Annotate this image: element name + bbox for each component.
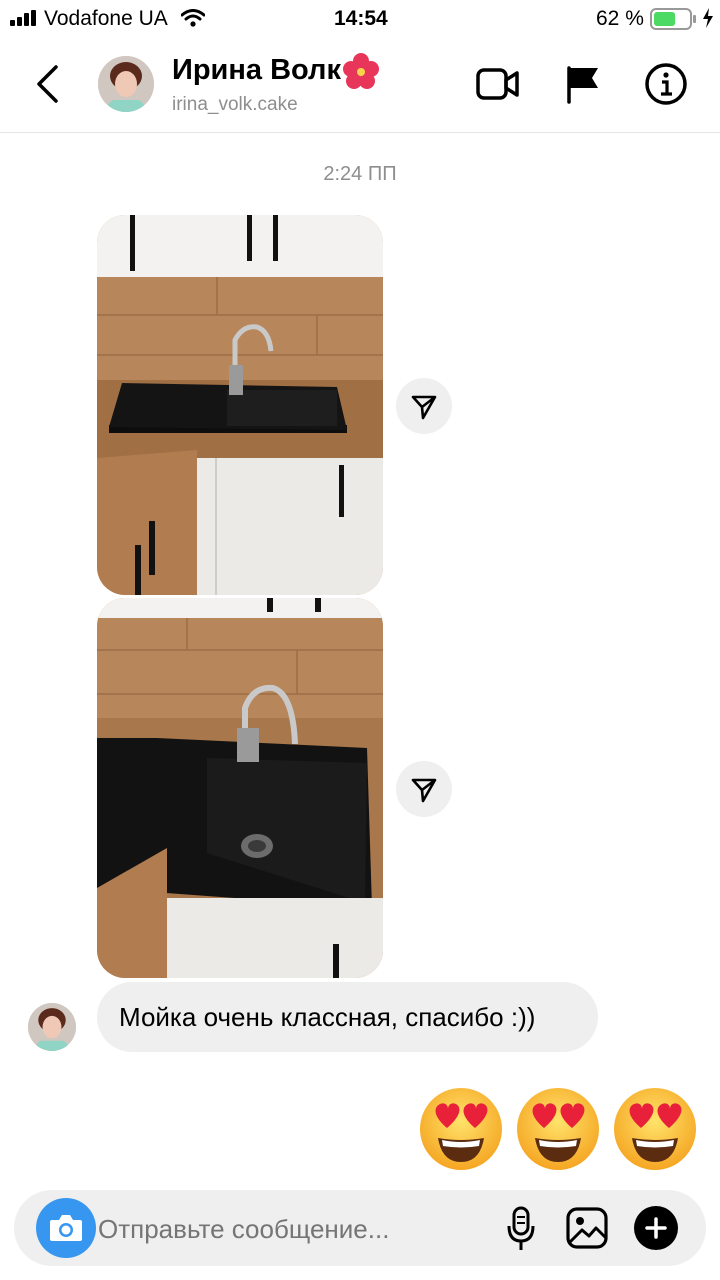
send-icon (411, 395, 437, 420)
camera-button[interactable] (36, 1198, 96, 1258)
plus-button[interactable] (634, 1206, 678, 1250)
video-call-icon[interactable] (476, 64, 520, 104)
carrier-label: Vodafone UA (44, 7, 168, 30)
battery-icon (650, 8, 696, 30)
contact-name[interactable]: Ирина Волк (172, 54, 341, 87)
hibiscus-emoji-icon (343, 53, 379, 89)
message-composer (14, 1190, 706, 1266)
microphone-icon[interactable] (504, 1206, 538, 1252)
info-icon[interactable] (644, 62, 688, 106)
contact-username: irina_volk.cake (172, 94, 298, 115)
share-photo-2-button[interactable] (396, 761, 452, 817)
message-bubble[interactable]: Мойка очень классная, спасибо :)) (97, 982, 598, 1052)
message-timestamp: 2:24 ПП (323, 163, 397, 185)
back-icon[interactable] (34, 64, 60, 104)
heart-eyes-emoji (515, 1086, 601, 1172)
share-photo-1-button[interactable] (396, 378, 452, 434)
avatar[interactable] (98, 56, 154, 112)
camera-icon (50, 1215, 82, 1241)
gallery-icon[interactable] (565, 1206, 609, 1250)
send-icon (411, 778, 437, 803)
sender-avatar[interactable] (28, 1003, 76, 1051)
photo-message-sink-2[interactable] (97, 598, 383, 978)
chat-header: Ирина Волк irina_volk.cake (0, 38, 720, 133)
heart-eyes-emoji (418, 1086, 504, 1172)
charging-icon (703, 8, 713, 28)
wifi-icon (181, 9, 205, 27)
plus-icon (645, 1217, 667, 1239)
status-bar: Vodafone UA 14:54 62 % (0, 0, 720, 38)
flag-icon[interactable] (565, 64, 601, 104)
photo-message-sink-1[interactable] (97, 215, 383, 595)
signal-icon (10, 10, 36, 26)
heart-eyes-emoji (612, 1086, 698, 1172)
clock: 14:54 (334, 7, 388, 30)
message-input[interactable] (96, 1204, 490, 1254)
battery-percent: 62 % (596, 7, 644, 30)
